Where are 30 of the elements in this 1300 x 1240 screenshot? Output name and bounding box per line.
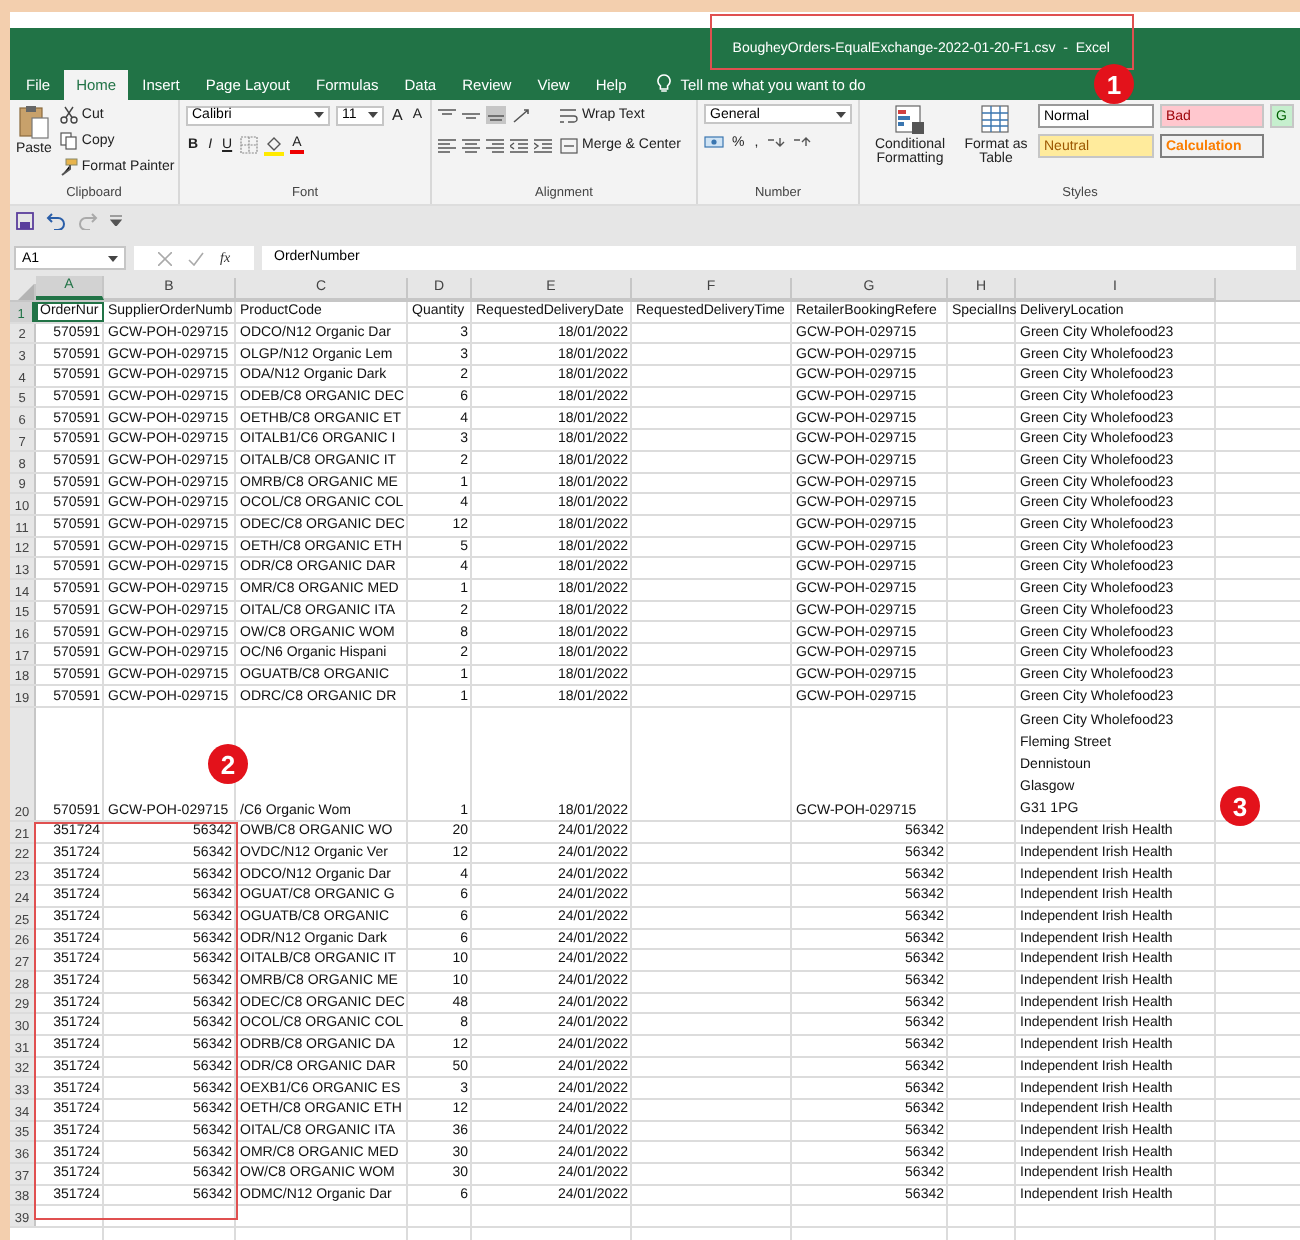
caret-icon	[314, 112, 324, 118]
customize-toolbar-icon[interactable]	[110, 214, 122, 226]
increase-decimal-icon	[766, 135, 787, 151]
fill-color-icon	[264, 135, 285, 155]
align-left-icon	[438, 137, 457, 153]
align-bottom-icon	[486, 106, 507, 124]
align-center-icon	[462, 137, 481, 153]
caret-icon	[836, 111, 846, 117]
text-orientation-icon	[512, 107, 533, 123]
caret-icon	[368, 112, 378, 118]
caret-icon	[108, 255, 118, 261]
align-middle-icon	[462, 107, 481, 123]
copy-icon	[59, 132, 78, 150]
undo-icon[interactable]	[46, 211, 66, 229]
redo-icon[interactable]	[78, 211, 98, 229]
cancel-icon[interactable]	[158, 251, 172, 265]
merge-cells-icon	[560, 137, 579, 153]
decrease-decimal-icon	[792, 135, 813, 151]
increase-font-size-button[interactable]: A	[390, 106, 405, 124]
increase-indent-icon	[534, 137, 553, 153]
borders-icon	[240, 136, 259, 154]
align-right-icon	[486, 137, 505, 153]
currency-icon	[704, 135, 724, 151]
paintbrush-icon	[59, 158, 78, 176]
scissors-icon	[59, 106, 78, 124]
save-icon[interactable]	[16, 211, 34, 229]
decrease-indent-icon	[510, 137, 529, 153]
wrap-text-icon	[560, 107, 579, 123]
enter-icon[interactable]	[188, 251, 204, 265]
lightbulb-icon	[656, 74, 673, 94]
